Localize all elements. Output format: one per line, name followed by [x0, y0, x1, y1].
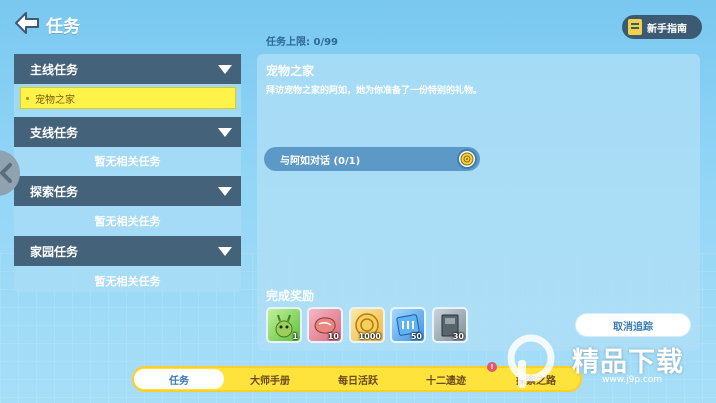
empty-text: 暂无相关任务 — [94, 155, 161, 168]
watermark-text: 精品下载 — [572, 347, 684, 378]
category-explore[interactable]: 探索任务 — [14, 176, 241, 206]
reward-title: 完成奖励 — [266, 289, 315, 303]
reward-slot[interactable]: 1000 — [349, 307, 385, 343]
tab-twelve-ruins[interactable]: 十二遗迹 — [404, 369, 488, 389]
page-title: 任务 — [46, 17, 80, 37]
chevron-down-icon — [218, 65, 232, 74]
quest-item-pet-home[interactable]: 宠物之家 — [20, 87, 236, 109]
empty-text: 暂无相关任务 — [94, 215, 161, 228]
quest-objective[interactable]: 与阿如对话 (0/1) — [264, 147, 480, 171]
reward-count: 1000 — [358, 332, 381, 341]
category-label: 主线任务 — [30, 62, 79, 77]
category-home[interactable]: 家园任务 — [14, 236, 241, 266]
chevron-down-icon — [218, 247, 232, 256]
category-label: 支线任务 — [30, 125, 79, 140]
reward-count: 10 — [327, 332, 339, 341]
objective-label: 与阿如对话 (0/1) — [280, 155, 361, 167]
category-label: 探索任务 — [30, 184, 79, 199]
quest-limit: 任务上限: 0/99 — [266, 37, 339, 48]
reward-slot[interactable]: 10 — [307, 307, 343, 343]
watermark-url: www.j9p.com — [602, 375, 663, 385]
track-target-icon — [457, 149, 477, 169]
guide-button[interactable]: 新手指南 — [622, 15, 702, 39]
reward-slot[interactable]: 50 — [390, 307, 426, 343]
tab-daily-activity[interactable]: 每日活跃 — [316, 369, 400, 389]
back-arrow-icon — [15, 12, 39, 34]
cancel-tracking-button[interactable]: 取消追踪 — [575, 313, 691, 337]
reward-count: 30 — [452, 332, 464, 341]
quest-title: 宠物之家 — [266, 64, 315, 78]
quest-description: 拜访宠物之家的阿如，她为你准备了一份特别的礼物。 — [266, 86, 483, 96]
reward-count: 50 — [410, 332, 422, 341]
chevron-down-icon — [218, 187, 232, 196]
tab-master-handbook[interactable]: 大师手册 — [228, 369, 312, 389]
back-button[interactable] — [14, 11, 40, 35]
empty-text: 暂无相关任务 — [94, 275, 161, 288]
category-label: 家园任务 — [30, 244, 79, 259]
watermark-logo-icon — [507, 334, 555, 388]
reward-count: 1 — [292, 332, 298, 341]
category-main[interactable]: 主线任务 — [14, 54, 241, 84]
chevron-left-icon — [0, 163, 12, 183]
tab-quests[interactable]: 任务 — [134, 369, 224, 389]
reward-slot[interactable]: 30 — [432, 307, 468, 343]
guide-icon — [628, 19, 642, 35]
guide-button-label: 新手指南 — [647, 23, 687, 35]
category-side[interactable]: 支线任务 — [14, 117, 241, 147]
chevron-down-icon — [218, 128, 232, 137]
reward-slot[interactable]: 1 — [266, 307, 302, 343]
